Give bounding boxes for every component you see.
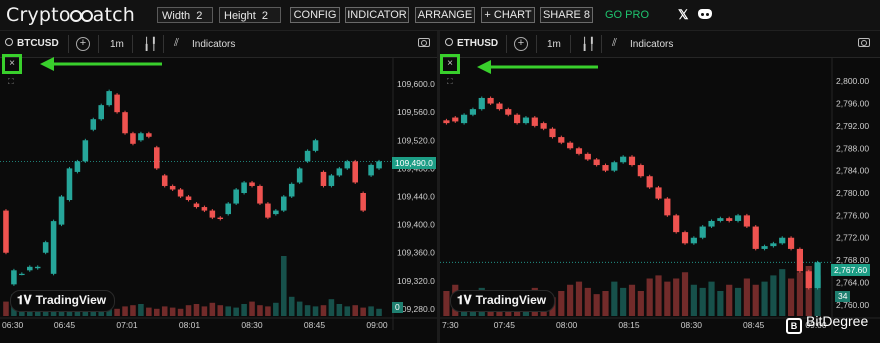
green-arrow-left: [40, 57, 162, 71]
green-arrow-right: [477, 60, 598, 74]
bitdegree-logo: B BitDegree: [786, 313, 868, 334]
annotation-arrows: [40, 57, 598, 74]
